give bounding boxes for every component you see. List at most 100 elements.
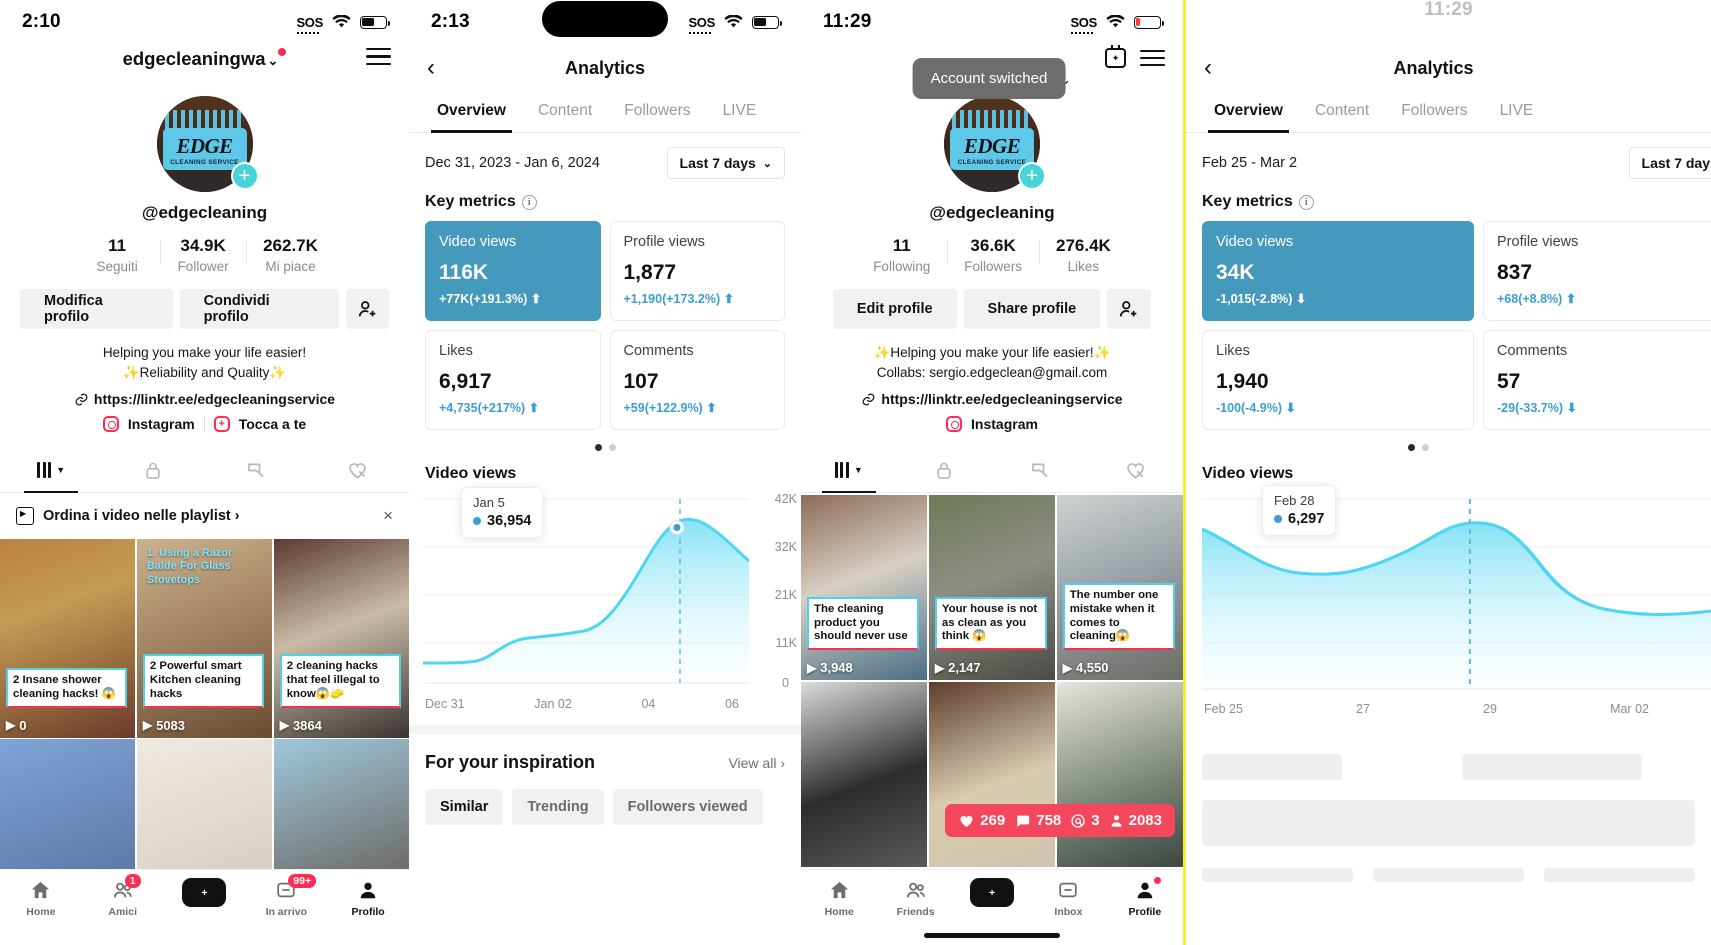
video-thumbnail[interactable]: 2 Insane shower cleaning hacks! 😱 ▶ 0 (0, 539, 136, 738)
tab-content[interactable]: Content (522, 92, 608, 132)
video-thumbnail[interactable]: 1. Using a Razor Balde For Glass Stoveto… (136, 539, 273, 738)
y-tick-label: 0 (782, 676, 789, 690)
share-profile-button[interactable]: Share profile (963, 289, 1101, 329)
nav-home[interactable]: Home (801, 878, 877, 918)
tab-followers[interactable]: Followers (1385, 92, 1483, 132)
create-icon[interactable]: + (179, 878, 230, 907)
tab-liked[interactable] (307, 448, 409, 492)
metric-card-video-views[interactable]: Video views 34K -1,015(-2.8%) ⬇ (1202, 221, 1474, 321)
view-all-link[interactable]: View all › (728, 755, 785, 771)
tab-videos[interactable]: ▼ (0, 448, 102, 492)
video-thumbnail[interactable]: The number one mistake when it comes to … (1056, 495, 1183, 681)
instagram-icon[interactable] (102, 416, 119, 433)
chip-similar[interactable]: Similar (425, 789, 504, 825)
shares-group: 2083 (1109, 812, 1162, 829)
metric-delta: -29(-33.7%) ⬇ (1497, 401, 1577, 415)
stat-followers[interactable]: 36.6K Followers (947, 236, 1039, 274)
info-icon[interactable]: i (1298, 194, 1314, 210)
profile-display-name[interactable]: edgecleaningwa ⌄ (0, 48, 409, 70)
profile-link[interactable]: https://linktr.ee/edgecleaningservice (0, 391, 409, 407)
chevron-down-icon[interactable]: ⌄ (268, 54, 279, 67)
stat-likes[interactable]: 276.4K Likes (1038, 236, 1128, 274)
nav-create[interactable]: + (954, 878, 1030, 907)
wifi-icon (1106, 14, 1125, 29)
video-thumbnail[interactable] (1056, 681, 1183, 868)
tab-live[interactable]: LIVE (1484, 92, 1550, 132)
tab-liked[interactable] (1088, 448, 1184, 492)
add-icon[interactable]: + (1018, 162, 1046, 190)
nav-inbox[interactable]: 99+ In arrivo (245, 874, 327, 918)
nav-friends[interactable]: 1 Amici (82, 874, 164, 918)
stat-followers[interactable]: 34.9K Follower (160, 236, 246, 274)
nav-home[interactable]: Home (0, 878, 82, 918)
bottom-nav: Home Friends + Inbox Profile (801, 869, 1183, 945)
add-icon[interactable]: + (230, 162, 259, 190)
tab-private[interactable] (102, 448, 204, 492)
nav-create[interactable]: + (164, 878, 246, 907)
info-icon[interactable]: i (521, 194, 537, 210)
avatar[interactable]: EDGE CLEANING SERVICE + (944, 96, 1046, 192)
calendar-icon[interactable]: ✦ (1105, 45, 1126, 68)
dot-active[interactable] (1408, 444, 1415, 451)
metric-card-likes[interactable]: Likes 6,917 +4,735(+217%) ⬆ (425, 330, 601, 430)
instagram-icon[interactable] (946, 416, 963, 433)
stat-following[interactable]: 11 Following (856, 236, 947, 274)
dot[interactable] (608, 444, 616, 451)
tab-overview[interactable]: Overview (421, 92, 522, 133)
tab-videos[interactable]: ▼ (801, 448, 897, 492)
edit-profile-button[interactable]: Modifica profilo (20, 289, 173, 329)
metric-card-profile-views[interactable]: Profile views 837 +68(+8.8%) ⬆ (1483, 221, 1711, 321)
profile-link[interactable]: https://linktr.ee/edgecleaningservice (801, 391, 1183, 407)
dot[interactable] (1422, 444, 1429, 451)
nav-profile[interactable]: Profile (1107, 877, 1183, 918)
nav-friends[interactable]: Friends (877, 878, 953, 918)
video-views-chart[interactable]: 42K 32K 21K 11K 0 Jan 5 36,954 (423, 487, 797, 691)
menu-icon[interactable] (1140, 49, 1165, 67)
video-thumbnail[interactable] (928, 681, 1056, 868)
nav-inbox[interactable]: Inbox (1030, 878, 1106, 918)
play-count-value: 3864 (292, 717, 322, 733)
instagram-label[interactable]: Instagram (128, 416, 195, 432)
tab-followers[interactable]: Followers (608, 92, 706, 132)
video-caption: The number one mistake when it comes to … (1062, 582, 1175, 651)
metric-card-likes[interactable]: Likes 1,940 -100(-4.9%) ⬇ (1202, 330, 1474, 430)
menu-icon[interactable] (366, 48, 391, 65)
chip-trending[interactable]: Trending (512, 789, 604, 825)
video-play-count: ▶ 5083 (143, 718, 185, 733)
chip-followers-viewed[interactable]: Followers viewed (612, 789, 763, 825)
metric-card-comments[interactable]: Comments 107 +59(+122.9%) ⬆ (609, 330, 785, 430)
playlist-banner[interactable]: Ordina i video nelle playlist › × (0, 493, 409, 539)
nav-profile[interactable]: Profilo (327, 878, 409, 918)
tab-reposts[interactable] (992, 448, 1088, 492)
stat-likes[interactable]: 262.7K Mi piace (246, 236, 335, 274)
share-profile-button[interactable]: Condividi profilo (179, 289, 340, 329)
play-icon: ▶ (934, 660, 945, 675)
add-friend-button[interactable] (1107, 289, 1152, 329)
create-icon[interactable]: + (967, 878, 1018, 907)
range-selector[interactable]: Last 7 days ⌄ (666, 147, 785, 179)
metric-card-comments[interactable]: Comments 57 -29(-33.7%) ⬇ (1483, 330, 1711, 430)
video-thumbnail[interactable] (801, 681, 928, 868)
dot-active[interactable] (594, 444, 602, 451)
metric-card-profile-views[interactable]: Profile views 1,877 +1,190(+173.2%) ⬆ (609, 221, 785, 321)
metric-delta: -100(-4.9%) ⬇ (1216, 401, 1296, 415)
close-icon[interactable]: × (383, 506, 393, 526)
add-friend-button[interactable] (346, 289, 389, 329)
tap-you-label[interactable]: Tocca a te (239, 416, 306, 432)
tab-live[interactable]: LIVE (707, 92, 773, 132)
video-thumbnail[interactable]: Your house is not as clean as you think … (928, 495, 1056, 681)
instagram-label[interactable]: Instagram (971, 416, 1038, 432)
stat-following[interactable]: 11 Seguiti (74, 236, 160, 274)
metric-card-video-views[interactable]: Video views 116K +77K(+191.3%) ⬆ (425, 221, 601, 321)
video-views-chart[interactable]: 7,200 5,400 3,600 1,800 Feb 28 6,297 (1202, 485, 1711, 696)
edit-profile-button[interactable]: Edit profile (832, 289, 957, 329)
video-thumbnail[interactable]: The cleaning product you should never us… (801, 495, 928, 681)
tap-icon[interactable]: + (213, 416, 230, 433)
tab-private[interactable] (897, 448, 993, 492)
video-thumbnail[interactable]: 2 cleaning hacks that feel illegal to kn… (273, 539, 409, 738)
avatar[interactable]: EDGE CLEANING SERVICE + (156, 96, 259, 192)
tab-content[interactable]: Content (1299, 92, 1385, 132)
tab-reposts[interactable] (205, 448, 307, 492)
tab-overview[interactable]: Overview (1198, 92, 1299, 133)
range-selector[interactable]: Last 7 days ⌄ (1628, 147, 1711, 179)
